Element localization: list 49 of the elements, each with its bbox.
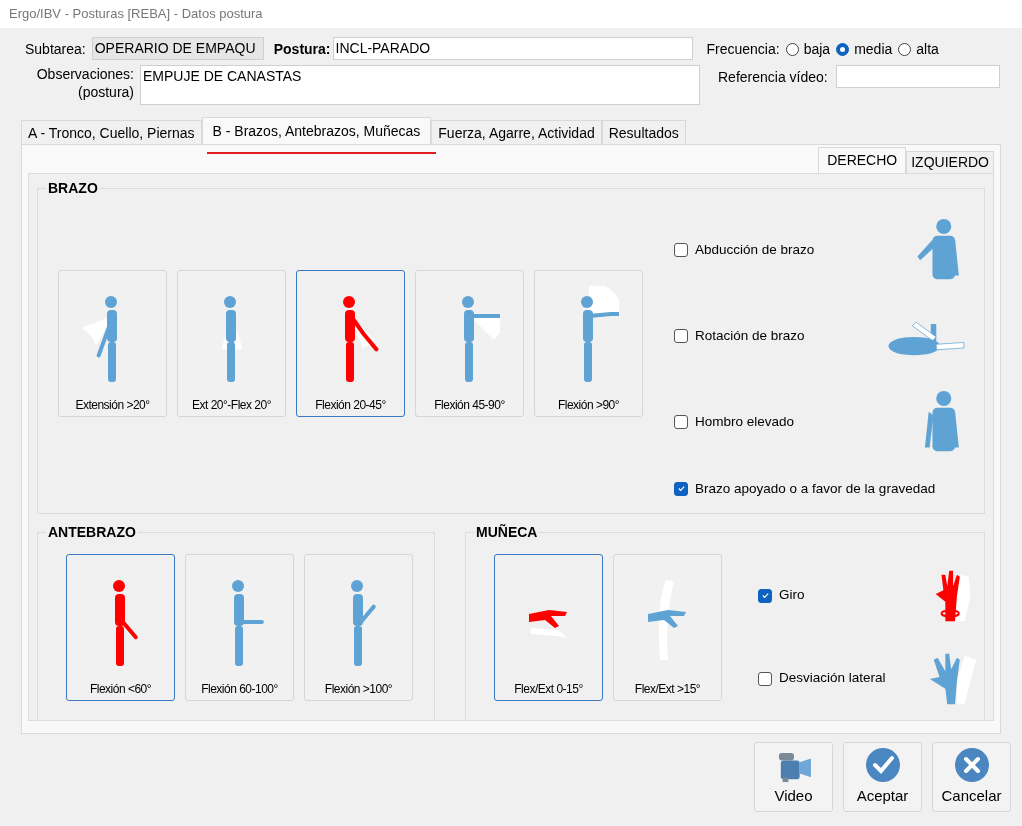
checkbox-label: Giro: [779, 586, 805, 605]
frequency-radio[interactable]: alta: [898, 39, 939, 60]
field-label: Observaciones:: [36, 65, 134, 83]
tab[interactable]: A - Tronco, Cuello, Piernas: [21, 120, 202, 144]
checkbox-label: Abducción de brazo: [695, 240, 815, 259]
field-label: Subtarea:: [25, 40, 86, 59]
checkbox[interactable]: [674, 242, 688, 257]
posture-option[interactable]: Ext 20°-Flex 20°: [177, 270, 286, 417]
side-tab[interactable]: DERECHO: [818, 147, 907, 173]
check-icon: [676, 484, 686, 494]
checkbox-label: Hombro elevado: [695, 412, 795, 431]
posture-option[interactable]: Flexión >100°: [304, 554, 413, 701]
subtarea-field[interactable]: OPERARIO DE EMPAQU: [91, 37, 264, 60]
checkbox[interactable]: [674, 414, 688, 429]
hand-drawing: [528, 610, 567, 638]
checkbox[interactable]: [674, 481, 688, 496]
posture-option[interactable]: Flex/Ext 0-15°: [494, 554, 603, 701]
observaciones-field[interactable]: EMPUJE DE CANASTAS: [140, 65, 700, 105]
posture-option[interactable]: Extensión >20°: [58, 270, 167, 417]
posture-option[interactable]: Flexión <60°: [66, 554, 175, 701]
posture-option[interactable]: Flexión 20-45°: [296, 270, 405, 417]
field-label: Postura:: [273, 40, 331, 59]
field-label: Frecuencia:: [706, 40, 780, 59]
window-title: Ergo/IBV - Posturas [REBA] - Datos postura: [9, 5, 263, 24]
posture-option[interactable]: Flex/Ext >15°: [613, 554, 722, 701]
check-icon: [760, 591, 770, 600]
field-label: (postura): [77, 83, 134, 101]
checkbox-label: Rotación de brazo: [695, 326, 805, 345]
action-button[interactable]: Cancelar: [932, 742, 1011, 812]
frequency-radio[interactable]: baja: [785, 39, 831, 60]
action-button[interactable]: Video: [754, 742, 833, 812]
frequency-radio[interactable]: media: [836, 39, 893, 60]
checkbox[interactable]: [758, 671, 772, 686]
checkbox-label: Brazo apoyado o a favor de la gravedad: [695, 479, 936, 498]
field-label: Referencia vídeo:: [718, 68, 828, 87]
posture-option[interactable]: Flexión 45-90°: [415, 270, 524, 417]
tab[interactable]: Fuerza, Agarre, Actividad: [431, 120, 602, 144]
checkbox[interactable]: [674, 328, 688, 343]
close-icon: [953, 746, 990, 783]
postura-field[interactable]: INCL-PARADO: [332, 37, 693, 60]
checkbox-label: Desviación lateral: [779, 669, 886, 688]
action-button[interactable]: Aceptar: [843, 742, 922, 812]
posture-option[interactable]: Flexión 60-100°: [185, 554, 294, 701]
tab[interactable]: Resultados: [601, 120, 686, 144]
posture-option[interactable]: Flexión >90°: [534, 270, 643, 417]
video-reference-field[interactable]: [835, 65, 1000, 88]
checkbox[interactable]: [758, 588, 772, 603]
checkmark-icon: [864, 746, 901, 783]
side-tab[interactable]: IZQUIERDO: [906, 151, 994, 173]
